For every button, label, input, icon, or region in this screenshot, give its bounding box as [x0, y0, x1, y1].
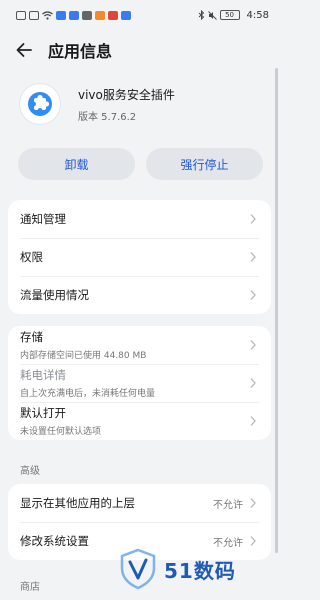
back-arrow-icon[interactable] [14, 40, 34, 60]
chevron-right-icon [250, 536, 256, 546]
force-stop-button[interactable]: 强行停止 [146, 148, 263, 180]
app-notification-icon [95, 10, 105, 20]
gallery-icon [16, 10, 26, 20]
puzzle-icon [28, 92, 52, 116]
battery-details-item[interactable]: 耗电详情 自上次充满电后，未消耗任何电量 [8, 364, 271, 402]
item-value: 不允许 [213, 499, 243, 511]
app-notification-icon [108, 10, 118, 20]
open-by-default-item[interactable]: 默认打开 未设置任何默认选项 [8, 402, 271, 440]
section-label-advanced: 高级 [20, 466, 40, 477]
item-title: 权限 [20, 250, 43, 264]
chevron-right-icon [250, 252, 256, 262]
item-subtitle: 自上次充满电后，未消耗任何电量 [20, 389, 156, 399]
chevron-right-icon [250, 290, 256, 300]
item-title: 通知管理 [20, 212, 66, 226]
action-buttons: 卸载 强行停止 [18, 148, 263, 180]
app-notification-icon [56, 10, 66, 20]
chevron-right-icon [250, 498, 256, 508]
item-title: 默认打开 [20, 406, 66, 420]
chevron-right-icon [250, 416, 256, 426]
uninstall-button[interactable]: 卸载 [18, 148, 135, 180]
shield-logo-icon [120, 548, 156, 590]
header: 应用信息 [0, 30, 281, 70]
status-time: 4:58 [246, 9, 269, 21]
item-title: 流量使用情况 [20, 288, 89, 302]
app-notification-icon [82, 10, 92, 20]
app-name: vivo服务安全插件 [78, 87, 175, 102]
battery-icon: 50 [219, 10, 240, 20]
status-bar-left-icons [16, 10, 131, 20]
app-version: 版本 5.7.6.2 [78, 111, 137, 123]
chevron-right-icon [250, 340, 256, 350]
item-title: 显示在其他应用的上层 [20, 496, 135, 510]
app-notification-icon [69, 10, 79, 20]
data-usage-item[interactable]: 流量使用情况 [8, 276, 271, 314]
item-title: 修改系统设置 [20, 534, 89, 548]
item-subtitle: 未设置任何默认选项 [20, 427, 102, 437]
wifi-icon [42, 10, 53, 20]
app-info: vivo服务安全插件 版本 5.7.6.2 [20, 84, 175, 124]
watermark-text: 51数码 [164, 558, 236, 583]
mute-icon [207, 10, 217, 20]
storage-item[interactable]: 存储 内部存储空间已使用 44.80 MB [8, 326, 271, 364]
section-label-store: 商店 [20, 582, 40, 593]
item-value: 不允许 [213, 537, 243, 549]
notification-management-item[interactable]: 通知管理 [8, 200, 271, 238]
item-title: 耗电详情 [20, 368, 66, 382]
app-notification-icon [121, 10, 131, 20]
item-subtitle: 内部存储空间已使用 44.80 MB [20, 351, 147, 361]
watermark: 51数码 [118, 548, 236, 590]
chevron-right-icon [250, 378, 256, 388]
chevron-right-icon [250, 214, 256, 224]
settings-group-general: 通知管理 权限 流量使用情况 [8, 200, 271, 314]
status-bar: 50 4:58 [0, 0, 281, 30]
status-bar-right: 50 4:58 [198, 10, 269, 21]
item-title: 存储 [20, 330, 43, 344]
gallery-icon [29, 10, 39, 20]
page-title: 应用信息 [48, 42, 113, 61]
settings-group-storage: 存储 内部存储空间已使用 44.80 MB 耗电详情 自上次充满电后，未消耗任何… [8, 326, 271, 440]
bluetooth-icon [198, 10, 204, 20]
permissions-item[interactable]: 权限 [8, 238, 271, 276]
scrollbar[interactable] [275, 68, 278, 553]
app-icon [20, 84, 60, 124]
display-over-other-apps-item[interactable]: 显示在其他应用的上层 不允许 [8, 484, 271, 522]
